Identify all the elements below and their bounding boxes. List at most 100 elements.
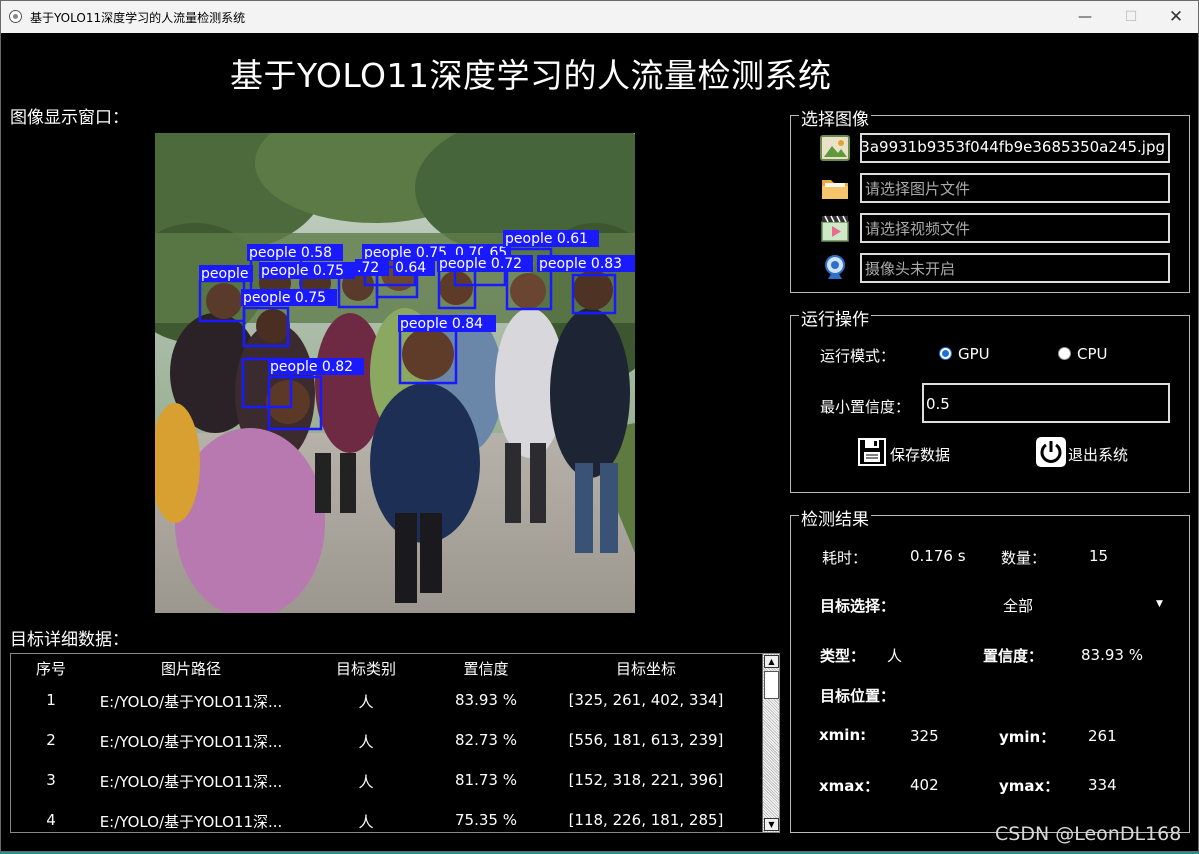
- image-panel-label: 图像显示窗口：: [10, 108, 129, 128]
- gpu-radio-label[interactable]: GPU: [958, 345, 990, 363]
- table-row[interactable]: 4 E:/YOLO/基于YOLO11深... 人 75.35 % [118, 2…: [11, 801, 763, 832]
- run-ops-title: 运行操作: [799, 305, 871, 330]
- detection-label: people 0.75: [364, 245, 447, 261]
- detection-label: people 0.58: [249, 245, 332, 261]
- column-header-class[interactable]: 目标类别: [316, 658, 416, 679]
- time-label: 耗时：: [822, 549, 868, 567]
- cpu-radio[interactable]: [1058, 347, 1071, 360]
- chevron-down-icon[interactable]: ▼: [1156, 599, 1163, 609]
- image-file-input[interactable]: 请选择图片文件: [860, 173, 1170, 203]
- maximize-button[interactable]: ☐: [1108, 1, 1154, 33]
- xmax-value: 402: [910, 776, 939, 794]
- count-label: 数量：: [1001, 549, 1047, 567]
- confidence-value: 83.93 %: [1081, 646, 1143, 664]
- cell-coords: [325, 261, 402, 334]: [568, 691, 724, 709]
- xmin-value: 325: [910, 727, 939, 745]
- app-window: 基于YOLO11深度学习的人流量检测系统 — ☐ ✕ 基于YOLO11深度学习的…: [0, 0, 1199, 852]
- xmax-label: xmax：: [819, 777, 880, 795]
- cell-path: E:/YOLO/基于YOLO11深...: [99, 773, 283, 791]
- detection-label: 0.64: [395, 260, 426, 276]
- select-image-group: 选择图像 293a9931b9353f044fb9e3685350a245.jp…: [790, 105, 1190, 293]
- minimize-button[interactable]: —: [1062, 1, 1108, 33]
- webcam-icon[interactable]: [820, 253, 850, 283]
- detection-label: people 0.82: [270, 359, 353, 375]
- cell-class: 人: [358, 773, 374, 791]
- ymin-label: ymin：: [999, 728, 1056, 746]
- results-table[interactable]: 序号 图片路径 目标类别 置信度 目标坐标 1 E:/YOLO/基于YOLO11…: [10, 653, 780, 833]
- scroll-up-arrow-icon[interactable]: ▲: [764, 655, 779, 668]
- cell-index: 2: [46, 731, 56, 749]
- column-header-coords[interactable]: 目标坐标: [541, 658, 751, 679]
- detection-label: people 0.75: [261, 263, 344, 279]
- target-select-dropdown[interactable]: 全部: [1003, 595, 1033, 616]
- cell-path: E:/YOLO/基于YOLO11深...: [99, 813, 283, 831]
- table-header: 序号 图片路径 目标类别 置信度 目标坐标: [11, 654, 763, 681]
- results-group: 检测结果 耗时： 0.176 s 数量： 15 目标选择： 全部 ▼ 类型： 人…: [790, 505, 1190, 833]
- detection-label: .72: [357, 260, 379, 276]
- close-button[interactable]: ✕: [1153, 1, 1199, 33]
- video-file-input[interactable]: 请选择视频文件: [860, 213, 1170, 243]
- window-title: 基于YOLO11深度学习的人流量检测系统: [30, 11, 246, 25]
- position-label: 目标位置：: [820, 687, 896, 705]
- detection-image-canvas: people 0.58 people 0.75 0.70 .65 people …: [155, 133, 635, 613]
- ymax-value: 334: [1088, 776, 1117, 794]
- exit-system-button[interactable]: 退出系统: [1068, 444, 1128, 465]
- min-confidence-input[interactable]: 0.5: [922, 383, 1170, 423]
- table-row[interactable]: 1 E:/YOLO/基于YOLO11深... 人 83.93 % [325, 2…: [11, 681, 763, 721]
- camera-input[interactable]: 摄像头未开启: [860, 253, 1170, 283]
- cell-coords: [152, 318, 221, 396]: [568, 771, 724, 789]
- table-row[interactable]: 2 E:/YOLO/基于YOLO11深... 人 82.73 % [556, 1…: [11, 721, 763, 761]
- cpu-radio-label[interactable]: CPU: [1077, 345, 1108, 363]
- cell-class: 人: [358, 693, 374, 711]
- ymax-label: ymax：: [999, 777, 1060, 795]
- video-file-icon[interactable]: [820, 213, 850, 243]
- cell-index: 4: [46, 811, 56, 829]
- app-icon: [9, 10, 22, 23]
- power-icon[interactable]: [1036, 437, 1066, 467]
- title-bar: 基于YOLO11深度学习的人流量检测系统 — ☐ ✕: [1, 1, 1198, 33]
- column-header-path[interactable]: 图片路径: [111, 658, 271, 679]
- detection-label: people 0.61: [505, 231, 588, 247]
- detection-label: people 0.75: [243, 290, 326, 306]
- run-ops-group: 运行操作 运行模式： GPU CPU 最小置信度： 0.5 保存数据 退出系统: [790, 305, 1190, 493]
- column-header-index[interactable]: 序号: [21, 658, 81, 679]
- detection-image: people 0.58 people 0.75 0.70 .65 people …: [155, 133, 635, 613]
- table-label: 目标详细数据：: [10, 630, 129, 650]
- scroll-down-arrow-icon[interactable]: ▼: [764, 818, 779, 831]
- detection-label: people 0.83: [539, 256, 622, 272]
- cell-path: E:/YOLO/基于YOLO11深...: [99, 733, 283, 751]
- folder-icon[interactable]: [820, 173, 850, 203]
- table-scrollbar[interactable]: ▲ ▼: [762, 654, 779, 832]
- cell-index: 3: [46, 771, 56, 789]
- target-select-label: 目标选择：: [820, 597, 896, 615]
- column-header-confidence[interactable]: 置信度: [436, 658, 536, 679]
- gpu-radio[interactable]: [939, 347, 952, 360]
- cell-coords: [556, 181, 613, 239]: [568, 731, 724, 749]
- main-title: 基于YOLO11深度学习的人流量检测系统: [230, 56, 832, 95]
- count-value: 15: [1089, 547, 1109, 565]
- run-mode-label: 运行模式：: [820, 347, 896, 365]
- results-title: 检测结果: [799, 505, 871, 530]
- type-value: 人: [887, 647, 903, 665]
- scrollbar-thumb[interactable]: [764, 671, 779, 699]
- cell-coords: [118, 226, 181, 285]: [568, 811, 724, 829]
- detection-label: people: [201, 266, 248, 282]
- cell-path: E:/YOLO/基于YOLO11深...: [99, 693, 283, 711]
- cell-class: 人: [358, 733, 374, 751]
- image-path-input[interactable]: 293a9931b9353f044fb9e3685350a245.jpg: [860, 133, 1170, 163]
- confidence-label: 置信度：: [983, 647, 1044, 665]
- save-icon[interactable]: [857, 437, 887, 467]
- table-row[interactable]: 3 E:/YOLO/基于YOLO11深... 人 81.73 % [152, 3…: [11, 761, 763, 801]
- cell-class: 人: [358, 813, 374, 831]
- detection-label: people 0.84: [400, 316, 483, 332]
- type-label: 类型：: [820, 647, 866, 665]
- cell-index: 1: [46, 691, 56, 709]
- save-data-button[interactable]: 保存数据: [890, 444, 950, 465]
- ymin-value: 261: [1088, 727, 1117, 745]
- image-file-icon[interactable]: [820, 133, 850, 163]
- detection-label: people 0.72: [439, 256, 522, 272]
- watermark: CSDN @LeonDL168: [995, 823, 1182, 845]
- xmin-label: xmin:: [819, 726, 867, 744]
- min-confidence-label: 最小置信度：: [820, 398, 911, 416]
- time-value: 0.176 s: [910, 547, 966, 565]
